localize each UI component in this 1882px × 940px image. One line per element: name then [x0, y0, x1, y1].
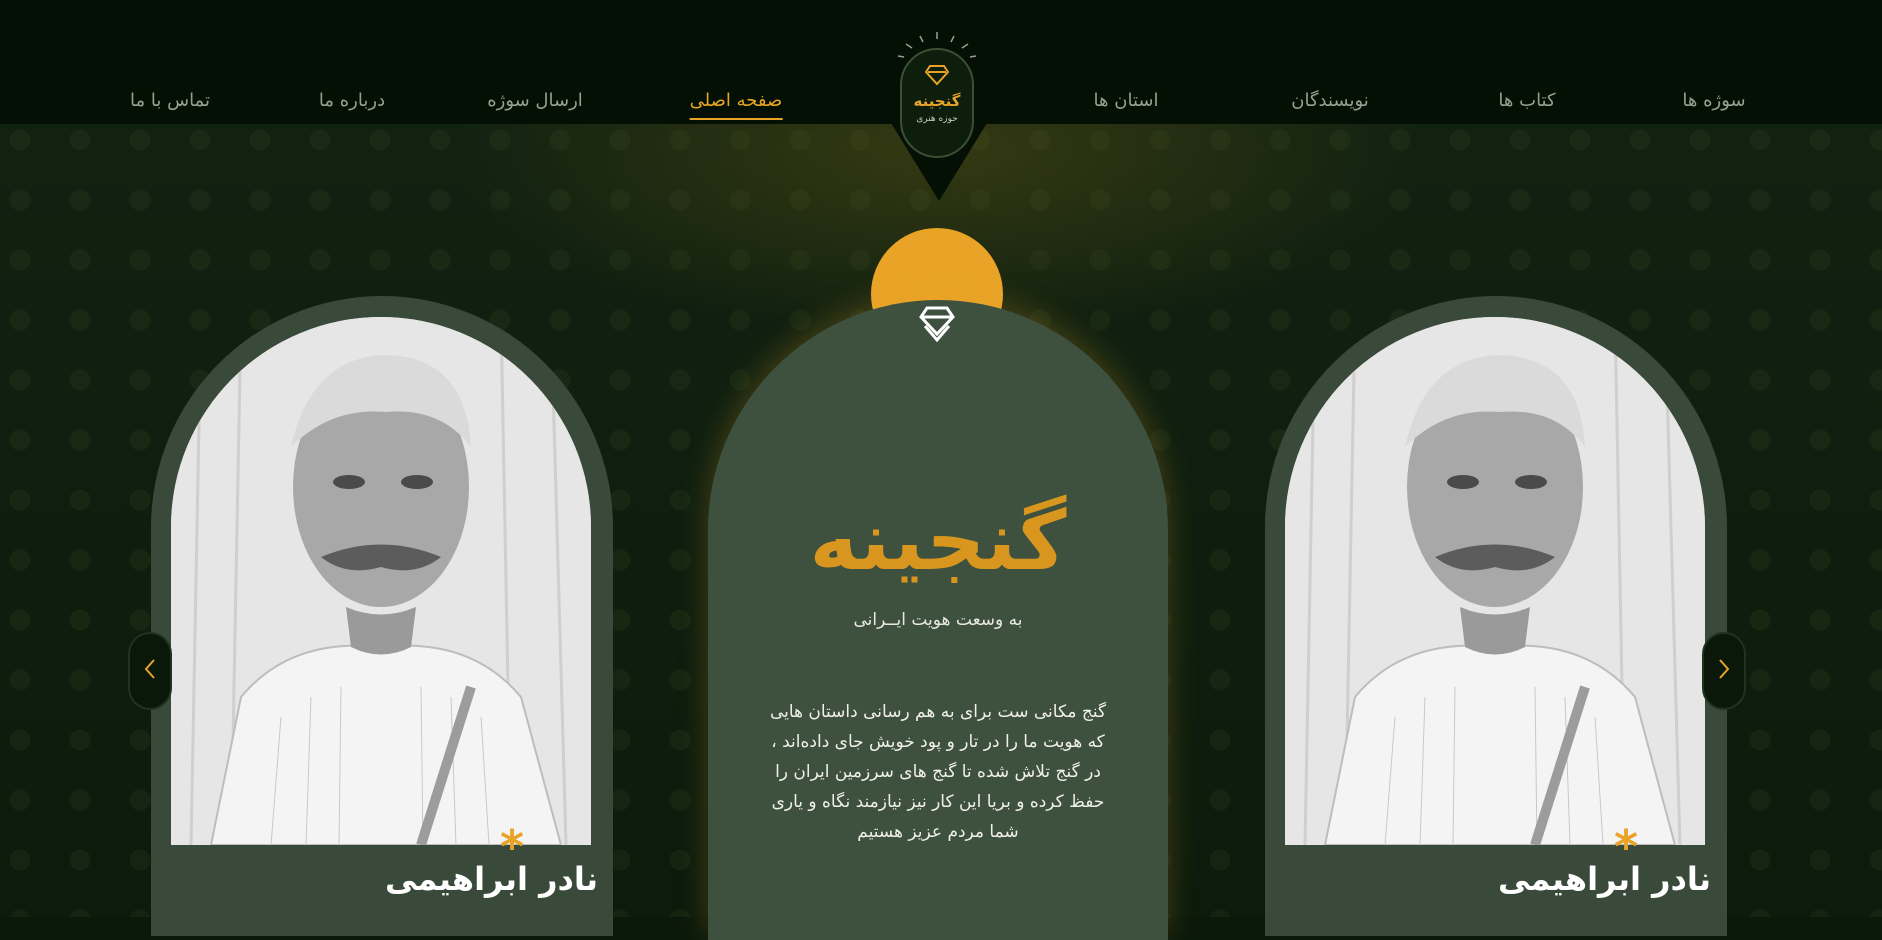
nav-item-books[interactable]: کتاب ها	[1498, 86, 1555, 116]
logo-name: گنجینه	[913, 92, 961, 110]
gem-icon	[902, 64, 972, 90]
nav-item-send-subject[interactable]: ارسال سوژه	[487, 86, 583, 116]
author-photo-left	[171, 317, 591, 845]
logo-subtitle: حوزه هنری	[916, 114, 958, 124]
author-photo-right	[1285, 317, 1705, 845]
nav-item-about[interactable]: درباره ما	[319, 86, 385, 116]
nav-item-subjects[interactable]: سوژه ها	[1682, 86, 1745, 116]
gem-icon	[919, 304, 955, 348]
author-name-left: نادر ابراهیمی	[385, 860, 598, 898]
chevron-right-icon	[1717, 658, 1731, 684]
nav-item-contact[interactable]: تماس با ما	[130, 86, 210, 116]
carousel-next-button[interactable]	[1702, 632, 1746, 710]
site-logo[interactable]: گنجینه حوزه هنری	[900, 48, 974, 158]
nav-item-home[interactable]: صفحه اصلی	[689, 86, 782, 120]
hero-tagline: به وسعت هویت ایــرانی	[853, 610, 1023, 630]
nav-item-provinces[interactable]: استان ها	[1094, 86, 1159, 116]
chevron-left-icon	[143, 658, 157, 684]
nav-item-writers[interactable]: نویسندگان	[1291, 86, 1369, 116]
hero-title: گنجینه	[809, 494, 1067, 589]
carousel-prev-button[interactable]	[128, 632, 172, 710]
author-name-right: نادر ابراهیمی	[1498, 860, 1711, 898]
hero-description: گنج مکانی ست برای به هم رسانی داستان های…	[769, 702, 1107, 842]
